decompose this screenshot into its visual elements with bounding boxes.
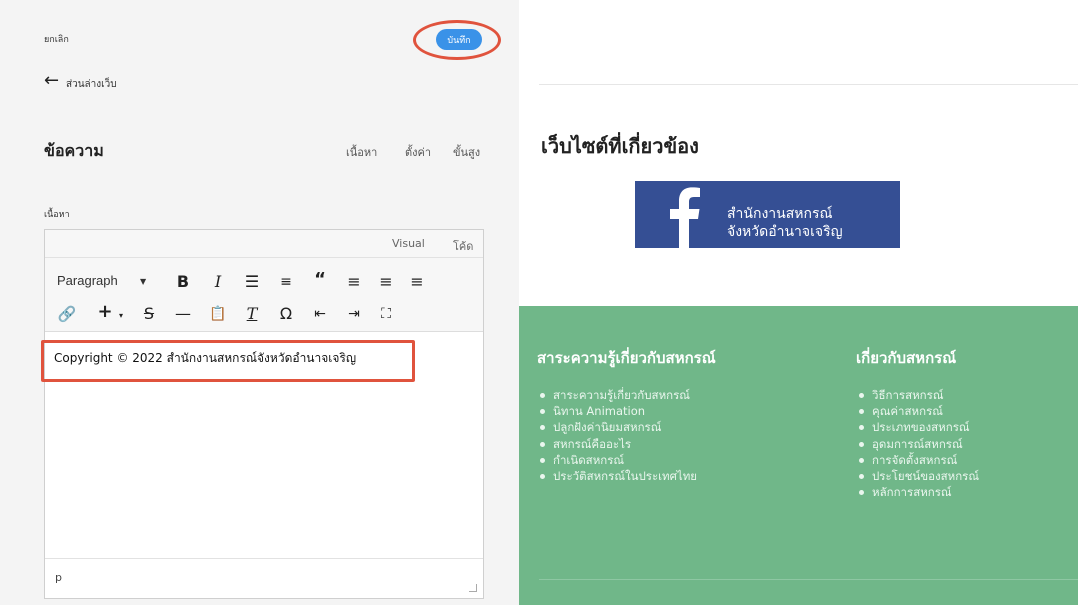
chevron-down-icon[interactable]: ▼ xyxy=(140,277,146,286)
chevron-down-icon[interactable]: ▾ xyxy=(111,307,131,325)
footer-column-knowledge: สาระความรู้เกี่ยวกับสหกรณ์ สาระความรู้เก… xyxy=(537,346,716,484)
special-character-icon[interactable]: Ω xyxy=(276,305,296,323)
italic-icon[interactable]: I xyxy=(208,273,228,291)
copyright-text[interactable]: Copyright © 2022 สำนักงานสหกรณ์จังหวัดอำ… xyxy=(54,349,356,368)
bulleted-list-icon[interactable]: ☰ xyxy=(242,273,262,291)
footer-column-title: เกี่ยวกับสหกรณ์ xyxy=(856,349,957,367)
block-title: ข้อความ xyxy=(44,141,104,160)
editor-statusbar: p xyxy=(45,558,483,598)
breadcrumb-back-label[interactable]: ส่วนล่างเว็บ xyxy=(66,77,117,92)
blockquote-icon[interactable]: “ xyxy=(310,271,330,289)
editor-mode-bar: Visual โค้ด xyxy=(45,230,483,258)
footer-link[interactable]: วิธีการสหกรณ์ xyxy=(856,387,979,403)
footer-link[interactable]: ประวัติสหกรณ์ในประเทศไทย xyxy=(537,468,716,484)
editor-content-area[interactable]: Copyright © 2022 สำนักงานสหกรณ์จังหวัดอำ… xyxy=(41,332,483,557)
site-preview: เว็บไซต์ที่เกี่ยวข้อง สำนักงานสหกรณ์ จัง… xyxy=(519,0,1078,605)
tab-code[interactable]: โค้ด xyxy=(453,237,473,255)
facebook-icon xyxy=(670,187,700,248)
align-right-icon[interactable]: ≡ xyxy=(407,273,427,291)
link-icon[interactable]: 🔗 xyxy=(57,305,77,323)
related-sites-heading: เว็บไซต์ที่เกี่ยวข้อง xyxy=(541,134,699,158)
banner-line-2: จังหวัดอำนาจเจริญ xyxy=(727,224,843,240)
footer-link[interactable]: ประโยชน์ของสหกรณ์ xyxy=(856,468,979,484)
facebook-banner[interactable]: สำนักงานสหกรณ์ จังหวัดอำนาจเจริญ xyxy=(635,181,900,248)
footer-link[interactable]: สหกรณ์คืออะไร xyxy=(537,436,716,452)
footer-link[interactable]: นิทาน Animation xyxy=(537,403,716,419)
element-path[interactable]: p xyxy=(55,571,62,584)
cancel-button[interactable]: ยกเลิก xyxy=(44,32,69,46)
indent-icon[interactable]: ⇥ xyxy=(344,305,364,323)
paste-text-icon[interactable]: 📋 xyxy=(208,305,228,323)
editor-toolbar: Paragraph ▼ B I ☰ ≡ “ ≡ ≡ ≡ 🔗 + ▾ S — 📋 … xyxy=(45,258,483,332)
horizontal-line-icon[interactable]: — xyxy=(173,305,193,323)
footer-column-about: เกี่ยวกับสหกรณ์ วิธีการสหกรณ์ คุณค่าสหกร… xyxy=(856,346,979,500)
fullscreen-icon[interactable]: ⛶ xyxy=(376,305,396,323)
footer-column-title: สาระความรู้เกี่ยวกับสหกรณ์ xyxy=(537,349,716,367)
editor-panel: ยกเลิก บันทึก ← ส่วนล่างเว็บ ข้อความ เนื… xyxy=(0,0,519,605)
save-button-annotation: บันทึก xyxy=(413,20,501,60)
footer-link[interactable]: ปลูกฝังค่านิยมสหกรณ์ xyxy=(537,419,716,435)
align-left-icon[interactable]: ≡ xyxy=(344,273,364,291)
site-footer: สาระความรู้เกี่ยวกับสหกรณ์ สาระความรู้เก… xyxy=(519,306,1078,605)
footer-link[interactable]: ประเภทของสหกรณ์ xyxy=(856,419,979,435)
align-center-icon[interactable]: ≡ xyxy=(376,273,396,291)
tab-content[interactable]: เนื้อหา xyxy=(346,143,377,161)
save-button[interactable]: บันทึก xyxy=(436,29,482,50)
tab-visual[interactable]: Visual xyxy=(392,237,425,250)
resize-handle-icon[interactable] xyxy=(469,584,477,592)
back-arrow-icon[interactable]: ← xyxy=(44,72,59,90)
footer-link[interactable]: หลักการสหกรณ์ xyxy=(856,484,979,500)
footer-link[interactable]: การจัดตั้งสหกรณ์ xyxy=(856,452,979,468)
divider xyxy=(539,84,1078,85)
paragraph-format-select[interactable]: Paragraph xyxy=(57,273,118,288)
tab-advanced[interactable]: ขั้นสูง xyxy=(453,143,480,161)
content-field-label: เนื้อหา xyxy=(44,210,70,220)
divider xyxy=(539,579,1078,580)
clear-formatting-icon[interactable]: T xyxy=(242,305,262,323)
outdent-icon[interactable]: ⇤ xyxy=(310,305,330,323)
tab-settings[interactable]: ตั้งค่า xyxy=(405,143,431,161)
footer-link[interactable]: กำเนิดสหกรณ์ xyxy=(537,452,716,468)
rich-text-editor: Visual โค้ด Paragraph ▼ B I ☰ ≡ “ ≡ ≡ ≡ … xyxy=(41,229,484,599)
footer-link[interactable]: สาระความรู้เกี่ยวกับสหกรณ์ xyxy=(537,387,716,403)
footer-link[interactable]: คุณค่าสหกรณ์ xyxy=(856,403,979,419)
bold-icon[interactable]: B xyxy=(173,273,193,291)
numbered-list-icon[interactable]: ≡ xyxy=(276,273,296,291)
strikethrough-icon[interactable]: S xyxy=(139,305,159,323)
footer-link[interactable]: อุดมการณ์สหกรณ์ xyxy=(856,436,979,452)
